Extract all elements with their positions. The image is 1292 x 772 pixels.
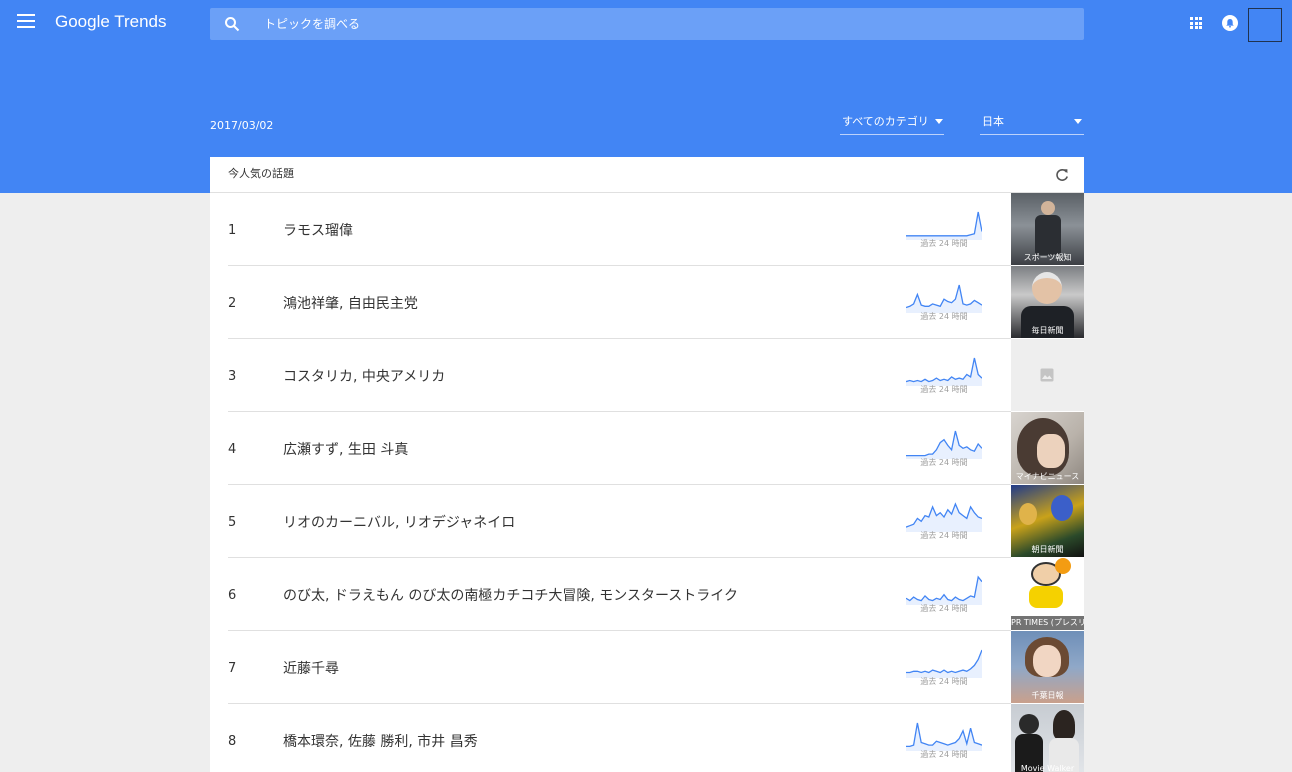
story-rank: 5 — [228, 515, 237, 530]
trending-stories-card: 今人気の話題 1 ラモス瑠偉 過去 24 時間 スポーツ報知 2 鴻池祥肇, 自… — [210, 157, 1084, 772]
sparkline-label: 過去 24 時間 — [920, 458, 968, 467]
sparkline-line — [906, 649, 982, 674]
sparkline-line — [906, 211, 982, 237]
story-rank: 3 — [228, 369, 237, 384]
story-thumbnail[interactable]: マイナビニュース — [1011, 412, 1084, 484]
sparkline-area — [906, 431, 982, 459]
sparkline-label: 過去 24 時間 — [920, 312, 968, 321]
thumbnail-source: 朝日新聞 — [1031, 545, 1064, 554]
story-title[interactable]: ラモス瑠偉 — [283, 222, 353, 240]
sparkline-area — [906, 650, 982, 678]
sparkline-chart — [906, 649, 982, 678]
sparkline-area — [906, 723, 982, 751]
sparkline-chart — [906, 722, 982, 751]
story-thumbnail[interactable]: 朝日新聞 — [1011, 485, 1084, 557]
story-row[interactable]: 7 近藤千尋 過去 24 時間 千葉日報 — [210, 631, 1084, 704]
search-input[interactable] — [264, 8, 1064, 40]
account-avatar[interactable] — [1248, 8, 1282, 42]
apps-grid-icon[interactable] — [1190, 17, 1202, 29]
sparkline-chart — [906, 502, 982, 532]
sparkline-chart — [906, 357, 982, 386]
chevron-down-icon — [1074, 119, 1082, 124]
story-title[interactable]: 橋本環奈, 佐藤 勝利, 市井 昌秀 — [283, 733, 478, 751]
category-dropdown[interactable]: すべてのカテゴリ — [840, 109, 944, 135]
story-thumbnail[interactable]: Movie Walker — [1011, 704, 1084, 772]
sparkline-chart — [906, 430, 982, 459]
region-value: 日本 — [982, 115, 1004, 128]
card-title: 今人気の話題 — [228, 167, 294, 180]
notifications-bell-icon[interactable] — [1222, 15, 1238, 31]
thumbnail-source: Movie Walker — [1020, 764, 1075, 772]
sparkline-chart — [906, 284, 982, 313]
card-header: 今人気の話題 — [210, 157, 1084, 193]
trend-date: 2017/03/02 — [210, 119, 274, 132]
thumbnail-source: PR TIMES (プレスリリース) — [1011, 618, 1084, 627]
story-thumbnail[interactable] — [1011, 339, 1084, 411]
thumbnail-source: 千葉日報 — [1031, 691, 1064, 700]
thumbnail-source: 毎日新聞 — [1031, 326, 1064, 335]
story-title[interactable]: 近藤千尋 — [283, 660, 339, 678]
story-row[interactable]: 8 橋本環奈, 佐藤 勝利, 市井 昌秀 過去 24 時間 Movie Walk… — [210, 704, 1084, 772]
story-rank: 4 — [228, 442, 237, 457]
story-title[interactable]: 広瀬すず, 生田 斗真 — [283, 441, 408, 459]
search-icon — [225, 17, 240, 32]
story-thumbnail[interactable]: スポーツ報知 — [1011, 193, 1084, 265]
sparkline-label: 過去 24 時間 — [920, 385, 968, 394]
story-rank: 7 — [228, 661, 237, 676]
story-row[interactable]: 3 コスタリカ, 中央アメリカ 過去 24 時間 — [210, 339, 1084, 412]
sparkline-chart — [906, 575, 982, 605]
sparkline-area — [906, 577, 982, 605]
story-title[interactable]: のび太, ドラえもん のび太の南極カチコチ大冒険, モンスターストライク — [283, 587, 738, 605]
bell-icon — [1226, 19, 1234, 28]
story-thumbnail[interactable]: 千葉日報 — [1011, 631, 1084, 703]
story-title[interactable]: リオのカーニバル, リオデジャネイロ — [283, 514, 515, 532]
story-rank: 6 — [228, 588, 237, 603]
sparkline-label: 過去 24 時間 — [920, 750, 968, 759]
story-rank: 8 — [228, 734, 237, 749]
story-row[interactable]: 5 リオのカーニバル, リオデジャネイロ 過去 24 時間 朝日新聞 — [210, 485, 1084, 558]
sparkline-area — [906, 358, 982, 386]
sparkline-label: 過去 24 時間 — [920, 677, 968, 686]
story-row[interactable]: 6 のび太, ドラえもん のび太の南極カチコチ大冒険, モンスターストライク 過… — [210, 558, 1084, 631]
story-row[interactable]: 4 広瀬すず, 生田 斗真 過去 24 時間 マイナビニュース — [210, 412, 1084, 485]
region-dropdown[interactable]: 日本 — [980, 109, 1084, 135]
story-title[interactable]: 鴻池祥肇, 自由民主党 — [283, 295, 418, 313]
hamburger-menu-icon[interactable] — [17, 14, 35, 30]
image-placeholder-icon — [1040, 368, 1054, 382]
thumbnail-source: マイナビニュース — [1015, 472, 1080, 481]
story-thumbnail[interactable]: PR TIMES (プレスリリース) — [1011, 558, 1084, 630]
google-trends-logo[interactable]: Google Trends — [55, 10, 167, 34]
story-rank: 2 — [228, 296, 237, 311]
sparkline-label: 過去 24 時間 — [920, 239, 968, 248]
story-rank: 1 — [228, 223, 237, 238]
sparkline-chart — [906, 211, 982, 240]
sparkline-label: 過去 24 時間 — [920, 604, 968, 613]
search-bar[interactable] — [210, 8, 1084, 40]
refresh-icon[interactable] — [1054, 167, 1070, 183]
story-title[interactable]: コスタリカ, 中央アメリカ — [283, 368, 445, 386]
sparkline-label: 過去 24 時間 — [920, 531, 968, 540]
thumbnail-source: スポーツ報知 — [1023, 253, 1072, 262]
category-value: すべてのカテゴリ — [842, 115, 929, 128]
chevron-down-icon — [935, 119, 943, 124]
story-row[interactable]: 1 ラモス瑠偉 過去 24 時間 スポーツ報知 — [210, 193, 1084, 266]
story-row[interactable]: 2 鴻池祥肇, 自由民主党 過去 24 時間 毎日新聞 — [210, 266, 1084, 339]
story-thumbnail[interactable]: 毎日新聞 — [1011, 266, 1084, 338]
